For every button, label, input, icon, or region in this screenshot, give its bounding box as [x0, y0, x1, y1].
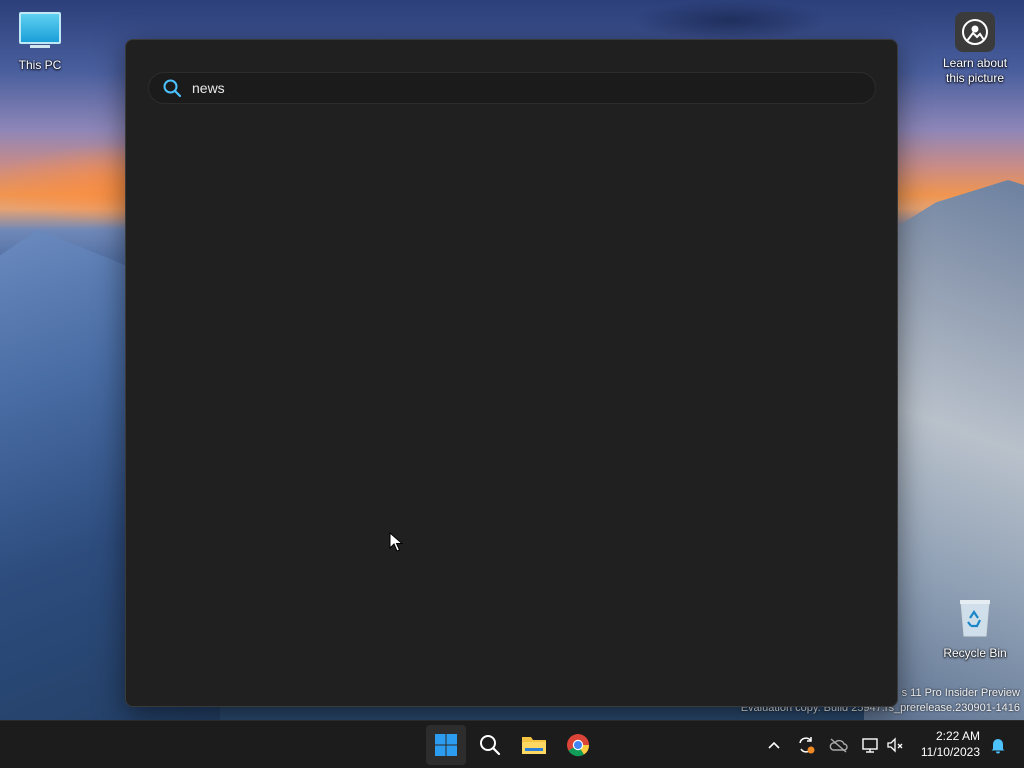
recycle-bin-icon [958, 598, 992, 638]
desktop-icon-this-pc[interactable]: This PC [0, 12, 80, 73]
mouse-pointer-icon [389, 532, 403, 552]
clock-time: 2:22 AM [935, 729, 980, 743]
volume-tray-button[interactable] [884, 733, 908, 757]
chevron-up-icon [768, 741, 780, 749]
clock-date: 11/10/2023 [920, 745, 980, 759]
taskbar-search-button[interactable] [470, 725, 510, 765]
onedrive-tray-button[interactable] [826, 733, 850, 757]
desktop-icon-learn-about-picture[interactable]: Learn about this picture [935, 12, 1015, 86]
search-flyout-panel [125, 39, 898, 707]
file-explorer-button[interactable] [514, 725, 554, 765]
search-input[interactable] [192, 80, 792, 96]
notifications-button[interactable] [986, 733, 1010, 757]
taskbar: 2:22 AM 11/10/2023 [0, 720, 1024, 768]
desktop-icon-label: this picture [945, 71, 1005, 85]
chrome-icon [567, 734, 590, 757]
monitor-icon [19, 12, 61, 48]
start-icon [435, 734, 457, 756]
notification-bell-icon [991, 739, 1005, 754]
clock[interactable]: 2:22 AM 11/10/2023 [921, 728, 980, 760]
onedrive-icon [829, 738, 848, 753]
network-icon [862, 738, 878, 753]
search-icon [480, 735, 501, 756]
search-icon [163, 79, 182, 98]
desktop-icon-label: Recycle Bin [943, 646, 1007, 660]
desktop-icon-recycle-bin[interactable]: Recycle Bin [935, 598, 1015, 661]
show-hidden-icons-button[interactable] [762, 733, 786, 757]
desktop-icon-label: Learn about [942, 56, 1008, 70]
file-explorer-icon [522, 737, 546, 754]
network-tray-button[interactable] [858, 733, 882, 757]
sync-icon [799, 737, 815, 754]
volume-muted-icon [887, 737, 903, 753]
start-button[interactable] [426, 725, 466, 765]
camera-info-icon [955, 12, 995, 52]
desktop-icon-label: This PC [18, 58, 62, 72]
chrome-button[interactable] [558, 725, 598, 765]
search-box[interactable] [148, 72, 876, 104]
sync-tray-button[interactable] [794, 733, 818, 757]
